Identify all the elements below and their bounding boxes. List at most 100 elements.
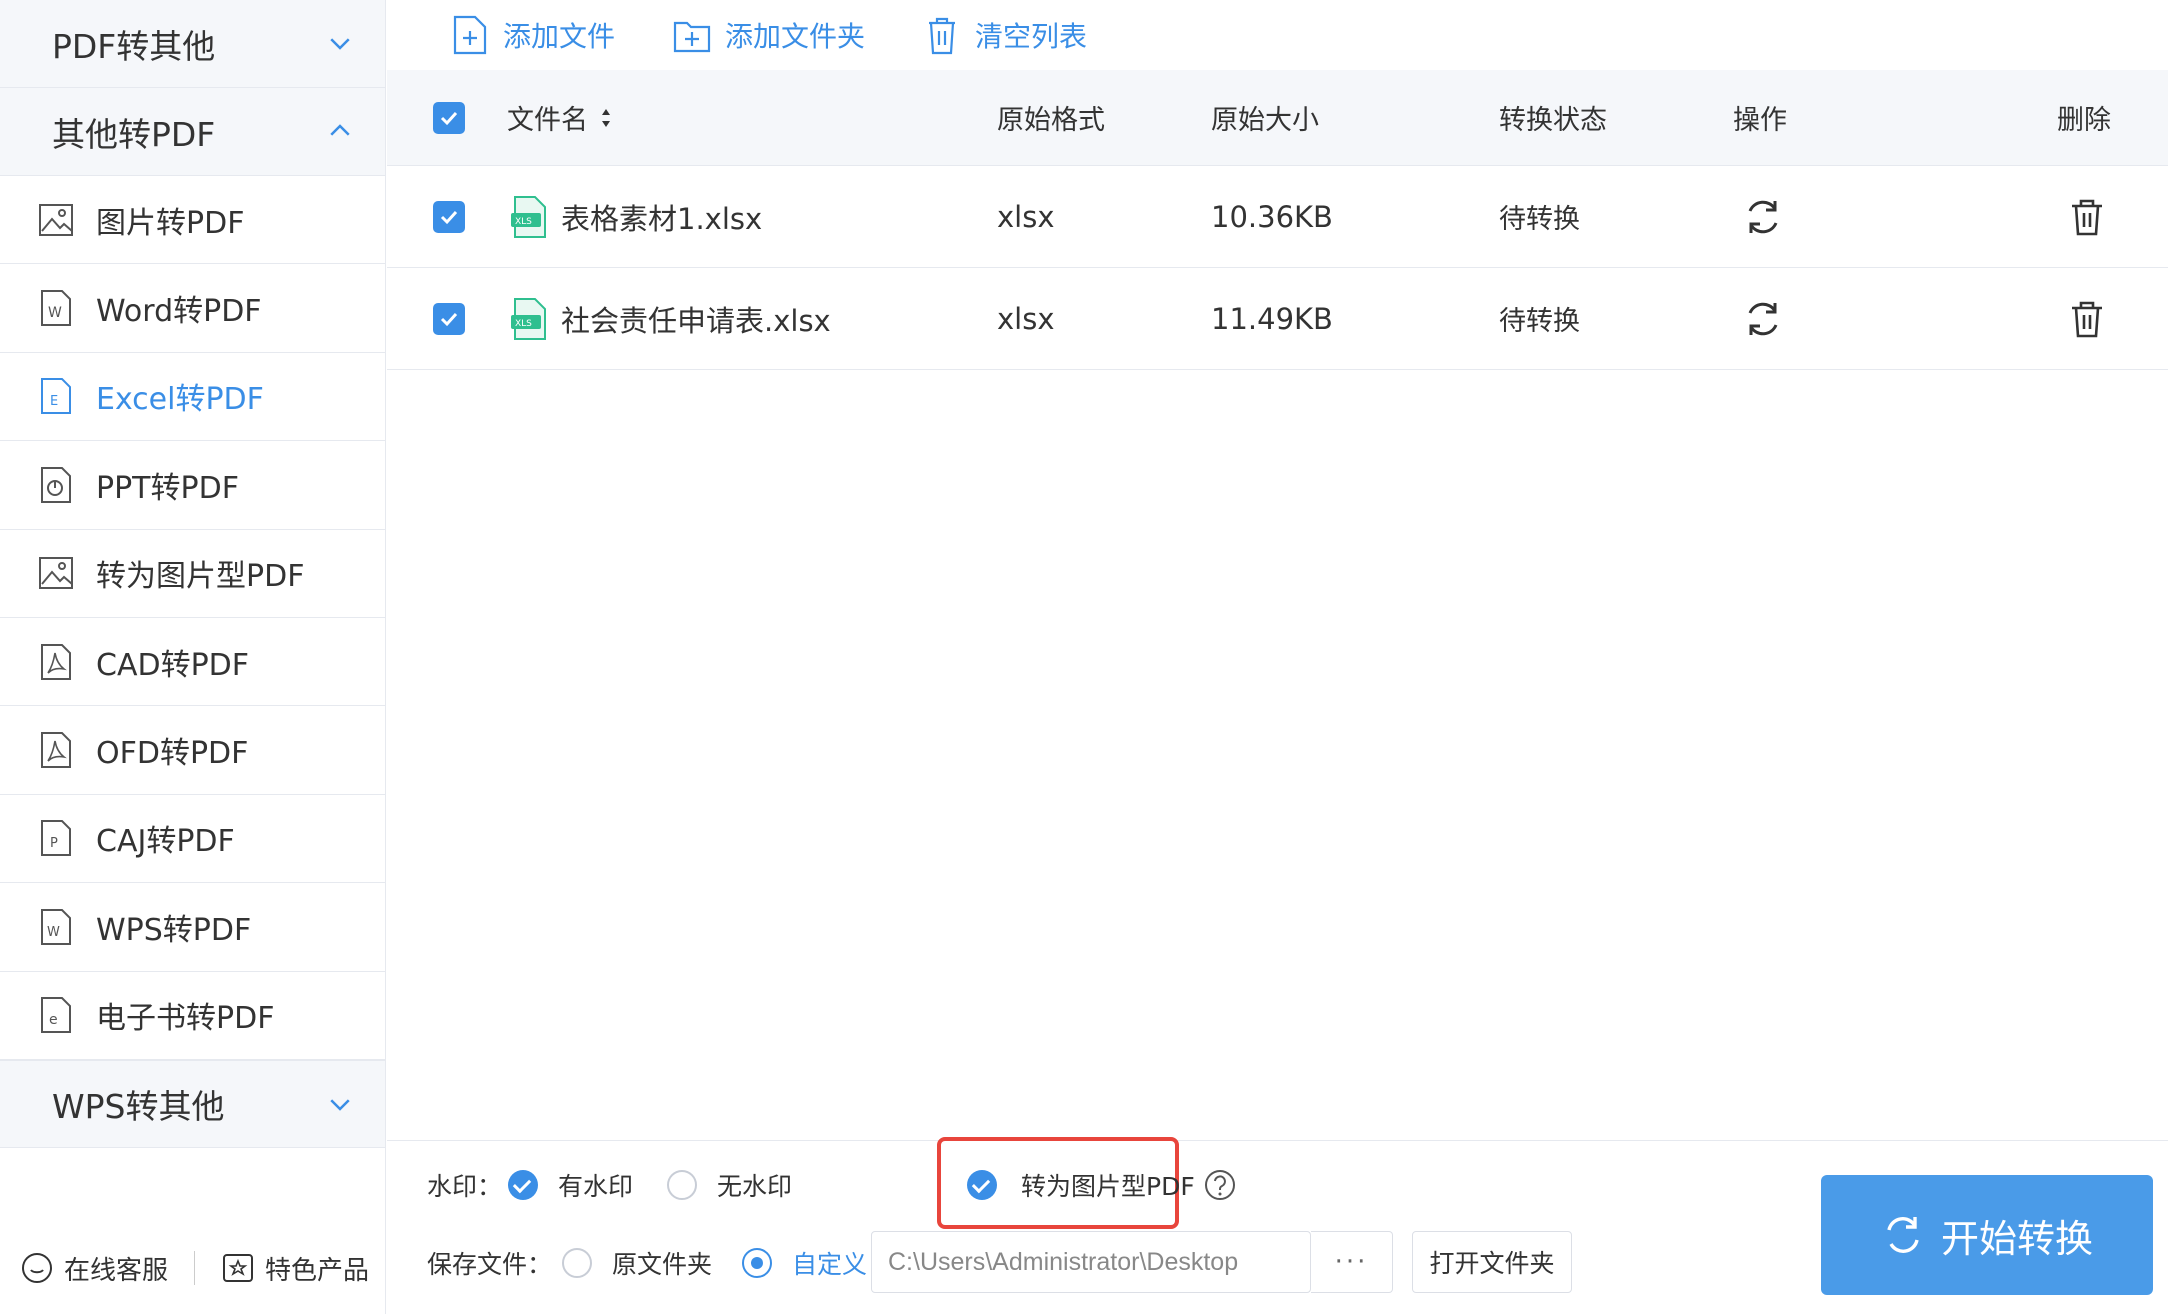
sort-icon [602, 108, 610, 127]
svg-text:XLS: XLS [515, 319, 532, 329]
footer-divider [194, 1251, 196, 1285]
refresh-icon [1748, 200, 1778, 233]
sidebar-item-label: WPS转PDF [96, 912, 252, 948]
svg-text:e: e [49, 1012, 58, 1028]
sidebar-item-ofd-to-pdf[interactable]: OFD转PDF [0, 706, 385, 795]
checkbox-box [433, 101, 465, 134]
with-watermark-label: 有水印 [558, 1172, 634, 1201]
category-pdf-to-other[interactable]: PDF转其他 [0, 0, 385, 88]
sidebar-item-to-image-pdf[interactable]: 转为图片型PDF [0, 529, 385, 618]
sidebar-item-label: CAJ转PDF [96, 824, 235, 860]
table-header: 文件名 原始格式 原始大小 转换状态 操作 删除 [387, 70, 2168, 166]
no-watermark-radio[interactable] [667, 1170, 698, 1200]
category-other-to-pdf[interactable]: 其他转PDF [0, 88, 385, 176]
row-checkbox[interactable] [433, 268, 465, 369]
header-size-label: 原始大小 [1211, 105, 1319, 136]
add-folder-icon [673, 21, 711, 53]
header-status: 转换状态 [1499, 70, 1607, 165]
sidebar-item-ebook-to-pdf[interactable]: e 电子书转PDF [0, 971, 385, 1060]
row-format: xlsx [997, 268, 1055, 369]
delete-row-button[interactable] [2067, 166, 2107, 267]
sidebar-item-image-to-pdf[interactable]: 图片转PDF [0, 176, 385, 265]
image-pdf-option[interactable]: 转为图片型PDF [967, 1165, 1237, 1205]
browse-button[interactable]: ··· [1311, 1231, 1393, 1293]
header-format: 原始格式 [997, 70, 1105, 165]
chevron-down-icon [330, 38, 350, 50]
table-row: XLS 社会责任申请表.xlsx xlsx 11.49KB 待转换 [387, 268, 2168, 370]
sidebar-footer: 在线客服 特色产品 [0, 1222, 386, 1314]
sidebar-item-label: 电子书转PDF [96, 1001, 275, 1037]
save-label: 保存文件： [427, 1250, 553, 1279]
sidebar: PDF转其他 其他转PDF 图片转PDF W Word转PDF E Excel转… [0, 0, 386, 1314]
save-location-row: 保存文件： 原文件夹 自定义 [427, 1243, 867, 1283]
chevron-down-icon [330, 1099, 350, 1111]
filename-text: 社会责任申请表.xlsx [561, 303, 831, 338]
convert-row-button[interactable] [1741, 166, 1785, 267]
save-path-input[interactable]: C:\Users\Administrator\Desktop [871, 1231, 1311, 1293]
add-file-button[interactable]: 添加文件 [451, 15, 615, 55]
delete-row-button[interactable] [2067, 268, 2107, 369]
row-checkbox[interactable] [433, 166, 465, 267]
header-filename[interactable]: 文件名 [507, 70, 612, 165]
sidebar-item-label: CAD转PDF [96, 647, 250, 683]
to-image-pdf-checkbox[interactable] [967, 1170, 997, 1200]
toolbar: 添加文件 添加文件夹 清空列表 [387, 0, 2168, 70]
row-status: 待转换 [1499, 166, 1580, 267]
save-path-text: C:\Users\Administrator\Desktop [888, 1247, 1239, 1276]
options-panel: 水印： 有水印 无水印 转为图片型PDF 保存文件： 原文件夹 自定义 C:\U… [387, 1137, 2168, 1314]
header-status-label: 转换状态 [1499, 105, 1607, 136]
format-text: xlsx [997, 301, 1055, 336]
table-row: XLS 表格素材1.xlsx xlsx 10.36KB 待转换 [387, 166, 2168, 268]
start-convert-label: 开始转换 [1940, 1216, 2093, 1261]
to-image-pdf-label: 转为图片型PDF [1021, 1172, 1195, 1201]
svg-text:W: W [48, 305, 62, 321]
original-folder-radio[interactable] [562, 1248, 593, 1278]
sidebar-item-caj-to-pdf[interactable]: P CAJ转PDF [0, 794, 385, 884]
sidebar-item-wps-to-pdf[interactable]: W WPS转PDF [0, 883, 385, 972]
caj-icon: P [41, 820, 71, 857]
size-text: 11.49KB [1211, 301, 1333, 336]
header-filename-label: 文件名 [507, 105, 588, 136]
header-format-label: 原始格式 [997, 105, 1105, 136]
image-icon [39, 557, 73, 590]
checkbox-box [433, 302, 465, 335]
clear-list-button[interactable]: 清空列表 [923, 15, 1087, 55]
header-size: 原始大小 [1211, 70, 1319, 165]
check-icon [440, 312, 458, 326]
excel-file-icon: XLS [511, 297, 546, 340]
sidebar-item-excel-to-pdf[interactable]: E Excel转PDF [0, 352, 385, 442]
svg-text:E: E [50, 394, 58, 409]
sidebar-item-label: PPT转PDF [96, 470, 239, 506]
clear-list-label: 清空列表 [975, 20, 1088, 53]
featured-products-link[interactable]: 特色产品 [221, 1250, 369, 1287]
trash-icon [2072, 301, 2102, 337]
custom-folder-radio[interactable] [742, 1248, 773, 1278]
ppt-icon [41, 466, 71, 503]
trash-icon [929, 17, 956, 55]
checkbox-box [433, 200, 465, 233]
excel-icon: E [41, 378, 71, 415]
add-folder-button[interactable]: 添加文件夹 [673, 15, 865, 55]
convert-row-button[interactable] [1741, 268, 1785, 369]
featured-icon [223, 1254, 254, 1282]
category-wps-to-other[interactable]: WPS转其他 [0, 1059, 385, 1148]
watermark-label: 水印： [427, 1172, 503, 1201]
online-service-link[interactable]: 在线客服 [20, 1250, 168, 1287]
add-file-label: 添加文件 [503, 20, 616, 53]
custom-folder-label: 自定义 [792, 1250, 868, 1279]
help-icon[interactable] [1203, 1168, 1237, 1202]
excel-file-icon: XLS [511, 195, 546, 238]
open-folder-button[interactable]: 打开文件夹 [1412, 1231, 1572, 1293]
with-watermark-radio[interactable] [508, 1170, 539, 1200]
status-text: 待转换 [1499, 204, 1580, 235]
sidebar-item-word-to-pdf[interactable]: W Word转PDF [0, 264, 385, 353]
sidebar-item-ppt-to-pdf[interactable]: PPT转PDF [0, 441, 385, 530]
row-filename: XLS 社会责任申请表.xlsx [511, 268, 831, 369]
header-delete: 删除 [2057, 70, 2111, 165]
select-all-checkbox[interactable] [433, 70, 465, 165]
no-watermark-label: 无水印 [717, 1172, 793, 1201]
start-convert-button[interactable]: 开始转换 [1821, 1175, 2153, 1295]
chat-icon [22, 1253, 52, 1283]
word-icon: W [41, 290, 71, 327]
sidebar-item-cad-to-pdf[interactable]: CAD转PDF [0, 617, 385, 707]
